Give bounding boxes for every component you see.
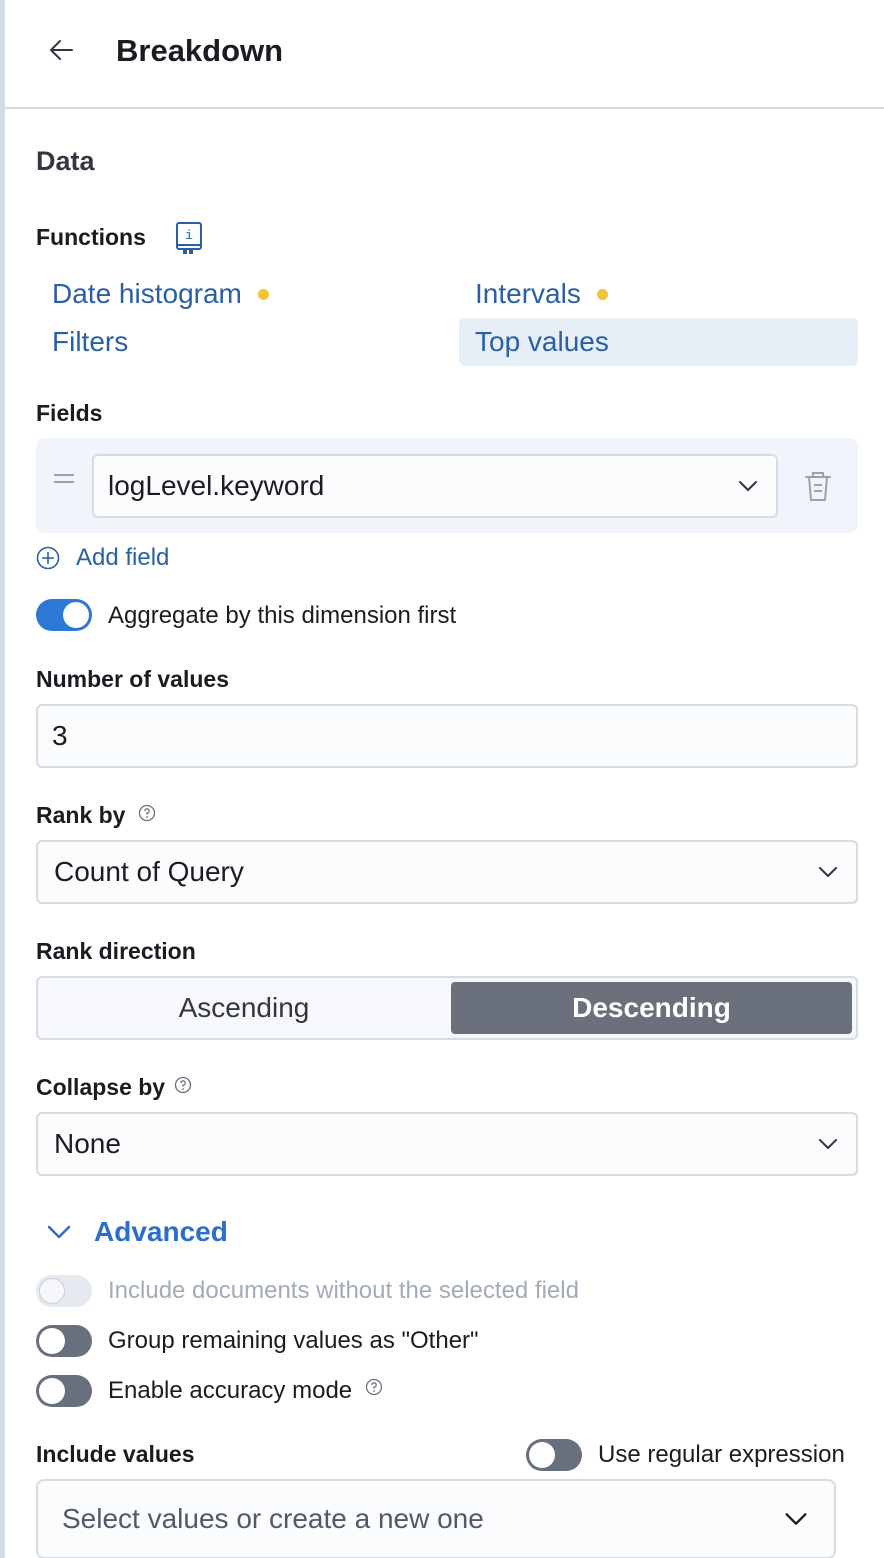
add-field-label: Add field — [76, 544, 170, 571]
include-values-label: Include values — [36, 1441, 195, 1467]
rank-by-value: Count of Query — [54, 856, 244, 887]
aggregate-first-toggle[interactable] — [36, 599, 92, 631]
rank-by-label: Rank by — [36, 802, 156, 829]
collapse-by-label: Collapse by — [36, 1074, 192, 1101]
accuracy-mode-toggle[interactable] — [36, 1375, 92, 1407]
group-other-toggle[interactable] — [36, 1325, 92, 1357]
chevron-down-icon — [739, 481, 757, 491]
svg-text:i: i — [185, 228, 193, 243]
number-of-values-input[interactable]: 3 — [36, 704, 858, 768]
rank-by-select[interactable]: Count of Query — [36, 840, 858, 904]
drag-handle-icon[interactable] — [54, 474, 74, 494]
function-label: Top values — [475, 326, 609, 357]
field-select-value: logLevel.keyword — [108, 470, 325, 501]
function-top-values[interactable]: Top values — [459, 318, 858, 366]
rank-by-label-text: Rank by — [36, 802, 126, 828]
aggregate-first-label: Aggregate by this dimension first — [108, 602, 457, 629]
rank-descending-button[interactable]: Descending — [451, 982, 852, 1034]
question-in-circle-icon[interactable] — [365, 1378, 383, 1396]
chevron-down-icon — [47, 1225, 71, 1239]
regex-toggle[interactable] — [526, 1439, 582, 1471]
chevron-down-icon — [819, 867, 837, 877]
collapse-by-value: None — [54, 1128, 121, 1159]
collapse-by-label-text: Collapse by — [36, 1074, 166, 1100]
question-in-circle-icon[interactable] — [174, 1076, 192, 1094]
flyout-header: Breakdown — [5, 0, 884, 109]
function-date-histogram[interactable]: Date histogram — [36, 270, 436, 318]
fields-label: Fields — [36, 400, 103, 426]
panel-left-border — [0, 0, 5, 1558]
include-missing-label: Include documents without the selected f… — [108, 1277, 579, 1304]
advanced-accordion-toggle[interactable]: Advanced — [44, 1212, 228, 1252]
group-other-label: Group remaining values as "Other" — [108, 1327, 479, 1354]
chevron-down-icon — [819, 1139, 837, 1149]
collapse-by-select[interactable]: None — [36, 1112, 858, 1176]
number-of-values-label: Number of values — [36, 666, 229, 692]
function-filters[interactable]: Filters — [36, 318, 436, 366]
rank-ascending-button[interactable]: Ascending — [42, 982, 446, 1034]
add-field-button[interactable]: Add field — [36, 543, 169, 573]
accuracy-mode-label: Enable accuracy mode — [108, 1377, 383, 1405]
rank-direction-label: Rank direction — [36, 938, 196, 964]
accuracy-mode-label-text: Enable accuracy mode — [108, 1377, 353, 1404]
function-label: Intervals — [475, 278, 581, 309]
back-button[interactable] — [41, 30, 81, 70]
incompatible-dot — [596, 288, 608, 300]
advanced-label: Advanced — [94, 1216, 228, 1247]
arrow-left-icon — [50, 40, 73, 60]
function-label: Filters — [52, 326, 129, 357]
functions-label: Functions — [36, 224, 146, 250]
documentation-icon[interactable]: i — [174, 221, 204, 255]
question-in-circle-icon[interactable] — [138, 804, 156, 822]
incompatible-dot — [257, 288, 269, 300]
page-title: Breakdown — [116, 33, 284, 68]
chevron-down-icon — [785, 1513, 807, 1525]
include-missing-toggle[interactable] — [36, 1275, 92, 1307]
regex-label: Use regular expression — [598, 1441, 845, 1468]
section-title: Data — [36, 146, 95, 176]
trash-icon[interactable] — [800, 468, 836, 504]
field-row: logLevel.keyword — [36, 438, 858, 533]
field-select[interactable]: logLevel.keyword — [92, 454, 778, 518]
include-values-combobox[interactable]: Select values or create a new one — [36, 1479, 836, 1558]
function-intervals[interactable]: Intervals — [459, 270, 858, 318]
include-values-placeholder: Select values or create a new one — [62, 1503, 484, 1534]
rank-direction-group: Ascending Descending — [36, 976, 858, 1040]
function-label: Date histogram — [52, 278, 242, 309]
plus-in-circle-icon — [36, 546, 60, 570]
